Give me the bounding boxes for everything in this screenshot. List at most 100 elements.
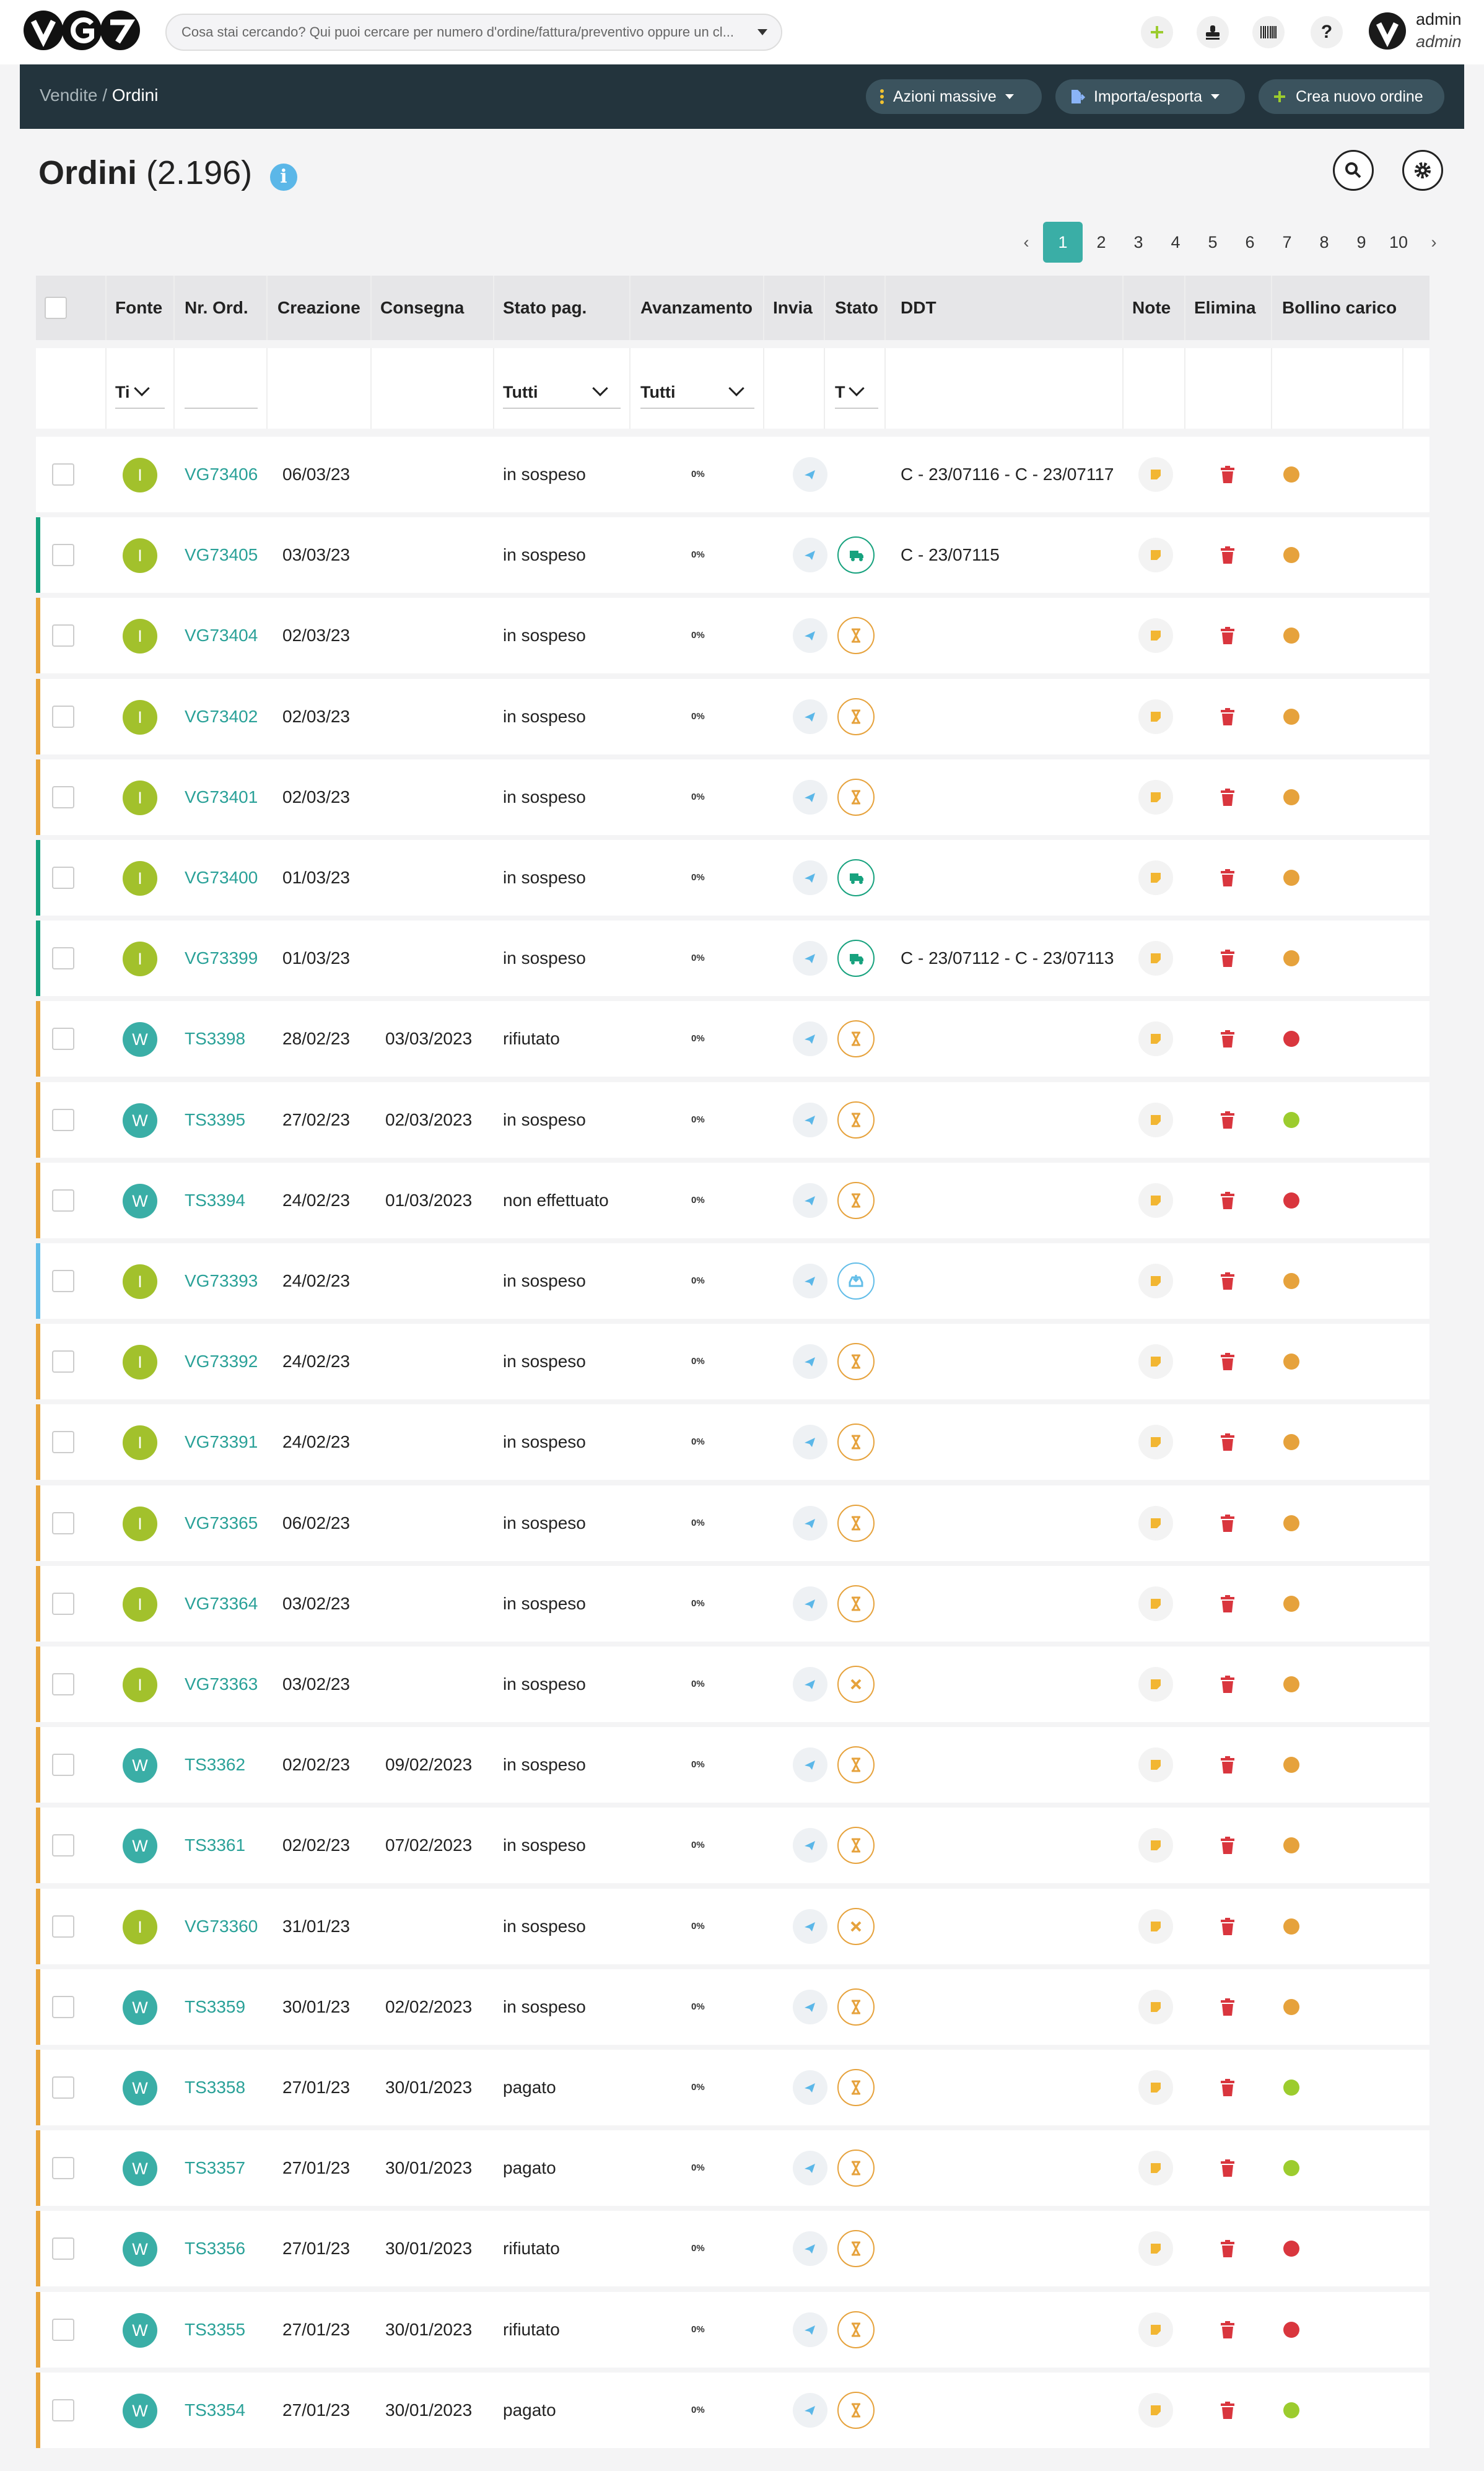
notes-button[interactable] xyxy=(1138,2151,1173,2186)
order-number-link[interactable]: VG73404 xyxy=(185,598,258,673)
notes-button[interactable] xyxy=(1138,1021,1173,1057)
order-number-link[interactable]: VG73391 xyxy=(185,1404,258,1480)
notes-button[interactable] xyxy=(1138,860,1173,895)
delete-icon[interactable] xyxy=(1220,2401,1235,2419)
delete-icon[interactable] xyxy=(1220,1676,1235,1693)
table-row[interactable]: W TS3354 27/01/23 30/01/2023 pagato 0% xyxy=(36,2372,1429,2448)
source-filter[interactable]: Ti xyxy=(115,373,165,409)
table-row[interactable]: I VG73393 24/02/23 in sospeso 0% xyxy=(36,1243,1429,1319)
notes-button[interactable] xyxy=(1138,1425,1173,1460)
delete-icon[interactable] xyxy=(1220,1353,1235,1371)
row-checkbox[interactable] xyxy=(52,1592,74,1615)
barcode-icon[interactable] xyxy=(1252,16,1285,48)
notes-button[interactable] xyxy=(1138,1344,1173,1380)
page-2[interactable]: 2 xyxy=(1083,222,1120,263)
row-checkbox[interactable] xyxy=(52,1108,74,1131)
order-number-link[interactable]: VG73364 xyxy=(185,1566,258,1642)
delete-icon[interactable] xyxy=(1220,546,1235,564)
pagination-next[interactable]: › xyxy=(1417,222,1451,263)
send-button[interactable] xyxy=(793,779,827,815)
status-button[interactable] xyxy=(837,1827,875,1865)
table-row[interactable]: I VG73392 24/02/23 in sospeso 0% xyxy=(36,1324,1429,1400)
table-row[interactable]: I VG73363 03/02/23 in sospeso 0% xyxy=(36,1647,1429,1722)
table-row[interactable]: I VG73404 02/03/23 in sospeso 0% xyxy=(36,598,1429,674)
status-button[interactable] xyxy=(837,1343,875,1381)
send-button[interactable] xyxy=(793,699,827,734)
order-no-filter[interactable] xyxy=(185,373,258,409)
notes-button[interactable] xyxy=(1138,1183,1173,1218)
notes-button[interactable] xyxy=(1138,699,1173,734)
row-checkbox[interactable] xyxy=(52,1028,74,1051)
notes-button[interactable] xyxy=(1138,941,1173,976)
notes-button[interactable] xyxy=(1138,1505,1173,1541)
row-checkbox[interactable] xyxy=(52,1673,74,1695)
delete-icon[interactable] xyxy=(1220,2240,1235,2258)
notes-button[interactable] xyxy=(1138,618,1173,654)
delete-icon[interactable] xyxy=(1220,1756,1235,1774)
send-button[interactable] xyxy=(793,2231,827,2267)
delete-icon[interactable] xyxy=(1220,1594,1235,1612)
order-number-link[interactable]: VG73405 xyxy=(185,517,258,593)
table-row[interactable]: I VG73365 06/02/23 in sospeso 0% xyxy=(36,1485,1429,1561)
col-delivery[interactable]: Consegna xyxy=(380,276,464,340)
delete-icon[interactable] xyxy=(1220,1030,1235,1048)
stamp-icon[interactable] xyxy=(1197,16,1229,48)
send-button[interactable] xyxy=(793,2151,827,2186)
row-checkbox[interactable] xyxy=(52,2399,74,2421)
page-3[interactable]: 3 xyxy=(1120,222,1157,263)
status-button[interactable] xyxy=(837,1424,875,1461)
col-created[interactable]: Creazione xyxy=(277,276,360,340)
status-button[interactable] xyxy=(837,1907,875,1945)
notes-button[interactable] xyxy=(1138,1264,1173,1298)
row-checkbox[interactable] xyxy=(52,624,74,647)
table-row[interactable]: W TS3394 24/02/23 01/03/2023 non effettuato 0… xyxy=(36,1162,1429,1238)
send-button[interactable] xyxy=(793,860,827,895)
notes-button[interactable] xyxy=(1138,779,1173,815)
notes-button[interactable] xyxy=(1138,1667,1173,1702)
send-button[interactable] xyxy=(793,2312,827,2347)
send-button[interactable] xyxy=(793,1667,827,1702)
table-row[interactable]: W TS3358 27/01/23 30/01/2023 pagato 0% xyxy=(36,2050,1429,2125)
create-order-button[interactable]: Crea nuovo ordine xyxy=(1259,79,1444,114)
delete-icon[interactable] xyxy=(1220,869,1235,886)
order-number-link[interactable]: TS3359 xyxy=(185,1969,245,2045)
order-number-link[interactable]: TS3398 xyxy=(185,1001,245,1077)
send-button[interactable] xyxy=(793,2392,827,2428)
notes-button[interactable] xyxy=(1138,538,1173,573)
send-button[interactable] xyxy=(793,618,827,654)
order-number-link[interactable]: TS3354 xyxy=(185,2373,245,2448)
table-row[interactable]: I VG73391 24/02/23 in sospeso 0% xyxy=(36,1404,1429,1480)
row-checkbox[interactable] xyxy=(52,785,74,808)
row-checkbox[interactable] xyxy=(52,1511,74,1534)
delete-icon[interactable] xyxy=(1220,1272,1235,1290)
notes-button[interactable] xyxy=(1138,2312,1173,2347)
status-button[interactable] xyxy=(837,1262,875,1300)
col-source[interactable]: Fonte xyxy=(115,276,162,340)
pagination-prev[interactable]: ‹ xyxy=(1010,222,1043,263)
status-button[interactable] xyxy=(837,1504,875,1542)
notes-button[interactable] xyxy=(1138,457,1173,492)
delete-icon[interactable] xyxy=(1220,2320,1235,2338)
status-button[interactable] xyxy=(837,536,875,574)
row-checkbox[interactable] xyxy=(52,1995,74,2018)
send-button[interactable] xyxy=(793,1344,827,1380)
send-button[interactable] xyxy=(793,457,827,492)
row-checkbox[interactable] xyxy=(52,1189,74,1212)
page-7[interactable]: 7 xyxy=(1268,222,1306,263)
row-checkbox[interactable] xyxy=(52,2318,74,2341)
help-icon[interactable]: ? xyxy=(1311,16,1343,48)
notes-button[interactable] xyxy=(1138,1747,1173,1783)
row-checkbox[interactable] xyxy=(52,705,74,728)
page-1[interactable]: 1 xyxy=(1043,222,1083,263)
order-number-link[interactable]: VG73393 xyxy=(185,1243,258,1319)
status-button[interactable] xyxy=(837,859,875,896)
table-row[interactable]: W TS3398 28/02/23 03/03/2023 rifiutato 0% xyxy=(36,1001,1429,1077)
table-row[interactable]: I VG73405 03/03/23 in sospeso 0% C - 23/07115 xyxy=(36,517,1429,593)
delete-icon[interactable] xyxy=(1220,707,1235,725)
order-number-link[interactable]: TS3395 xyxy=(185,1082,245,1158)
status-button[interactable] xyxy=(837,1101,875,1139)
send-button[interactable] xyxy=(793,2070,827,2105)
send-button[interactable] xyxy=(793,1021,827,1057)
row-checkbox[interactable] xyxy=(52,1431,74,1454)
send-button[interactable] xyxy=(793,1989,827,2024)
